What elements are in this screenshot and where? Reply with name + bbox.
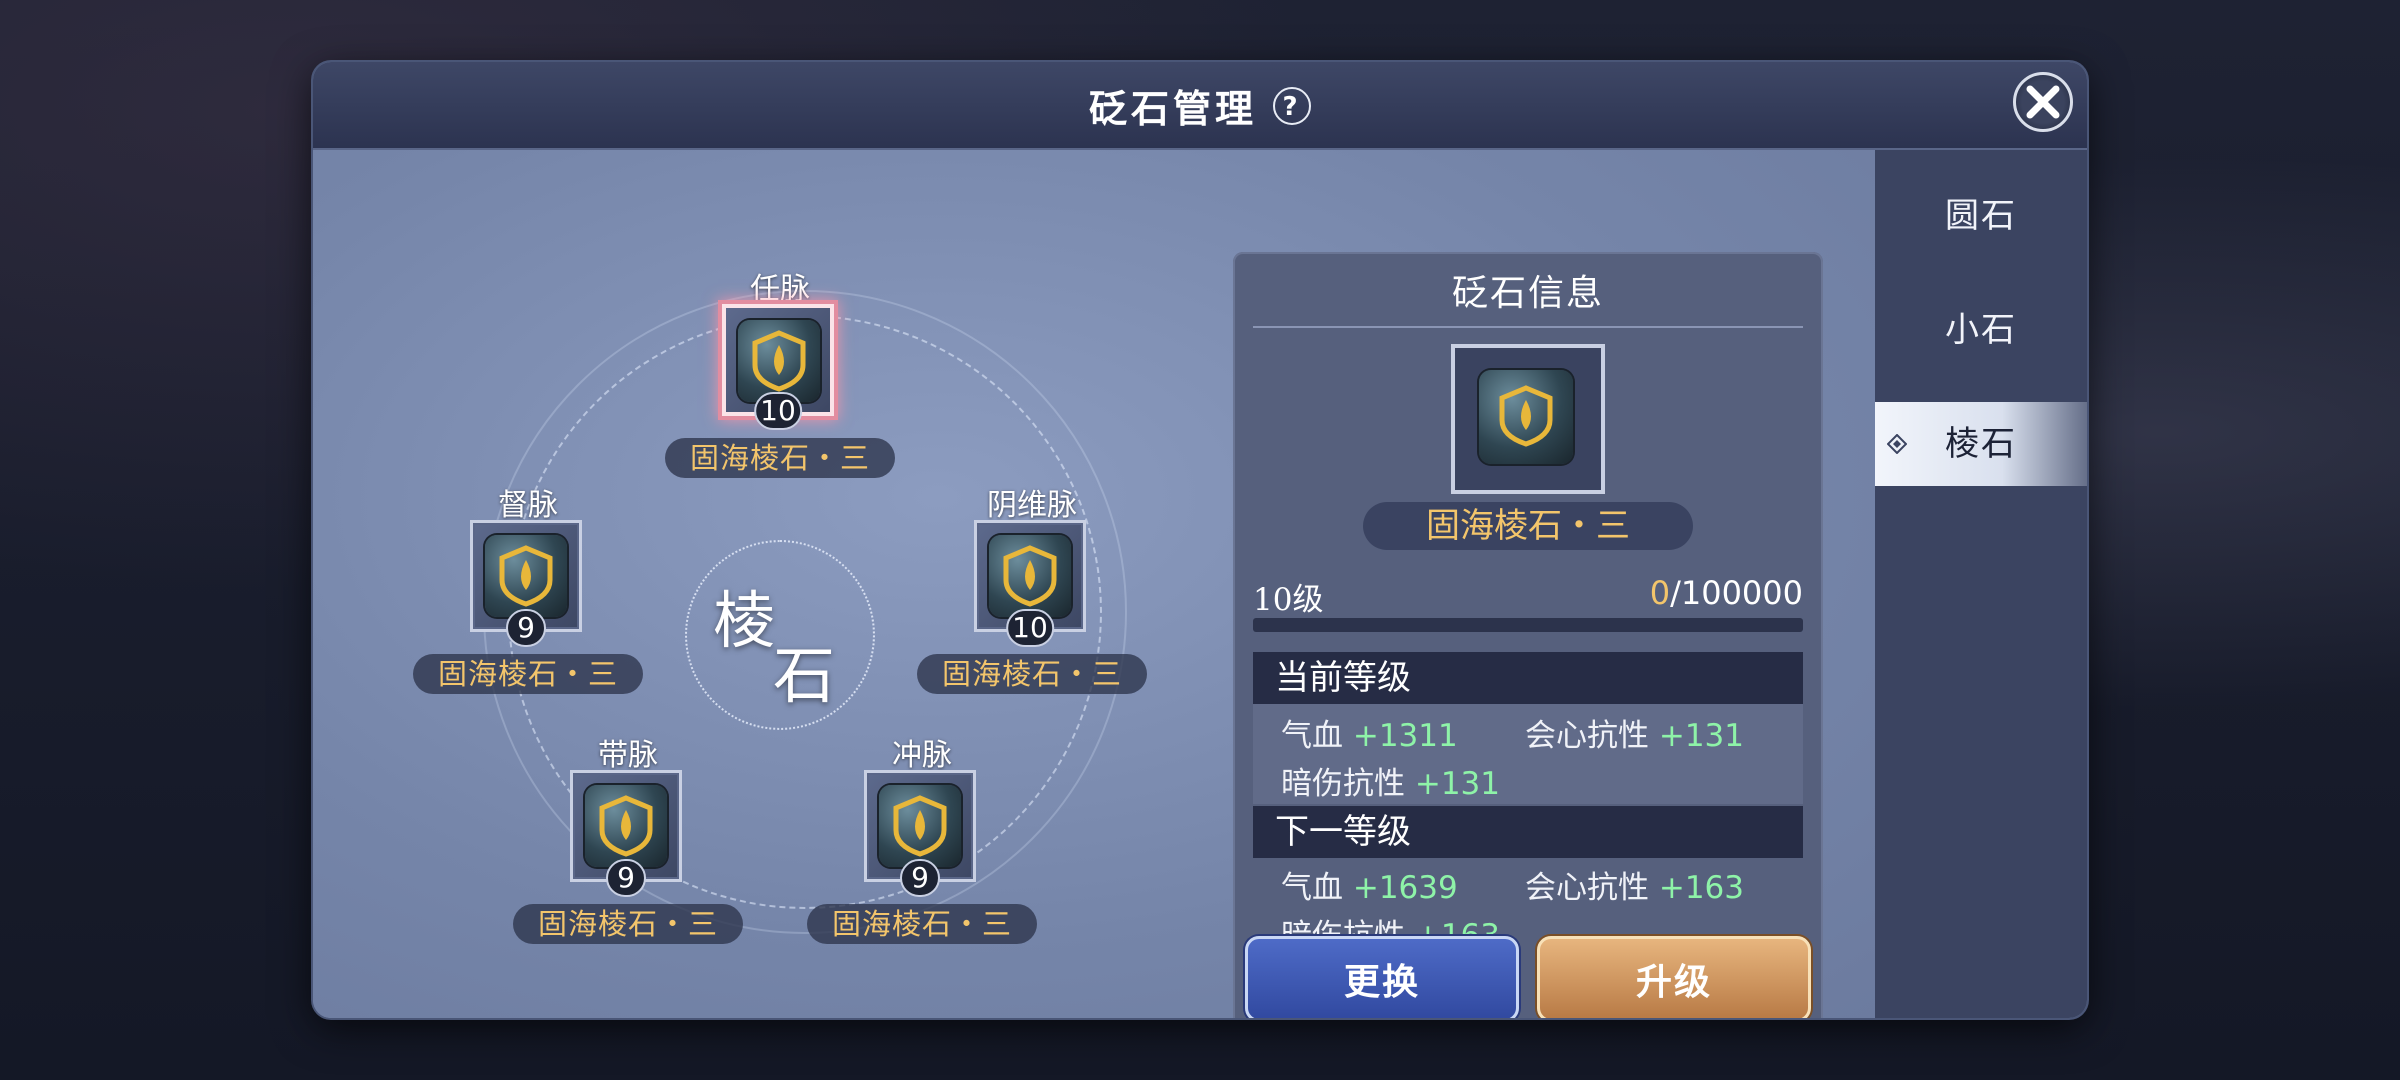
stone-label: 固海棱石・三 — [665, 438, 895, 478]
current-level-heading: 当前等级 — [1253, 652, 1803, 704]
slot-du-meridian[interactable]: 督脉 9 固海棱石・三 — [413, 480, 643, 700]
meridian-name: 任脉 — [750, 272, 810, 307]
stone-management-dialog: 砭石管理 ? 棱 石 任脉 10 固海棱石・三 督脉 9 固海棱石・三 阴维脉 … — [313, 62, 2087, 1018]
next-level-heading: 下一等级 — [1253, 806, 1803, 858]
selected-gem-frame — [1451, 344, 1605, 494]
stat-row: 气血 +1311 — [1281, 710, 1458, 755]
close-button[interactable] — [2013, 72, 2073, 132]
stat-name: 气血 — [1281, 870, 1343, 906]
stat-name: 气血 — [1281, 718, 1343, 754]
help-icon[interactable]: ? — [1273, 86, 1311, 125]
diamond-marker-icon — [1887, 434, 1907, 454]
info-title: 砭石信息 — [1451, 273, 1604, 314]
stone-label: 固海棱石・三 — [917, 654, 1147, 694]
replace-button[interactable]: 更换 — [1245, 936, 1519, 1018]
level-badge: 9 — [900, 859, 940, 897]
gem-icon — [585, 785, 667, 867]
stat-row: 会心抗性 +163 — [1525, 862, 1744, 907]
gem-icon — [1479, 370, 1573, 464]
close-icon — [2026, 85, 2060, 119]
sidebar: 圆石 小石 棱石 — [1875, 150, 2087, 1018]
stone-label: 固海棱石・三 — [807, 904, 1037, 944]
exp-current: 0 — [1649, 574, 1671, 612]
meridian-name: 阴维脉 — [987, 488, 1077, 523]
exp-progress-bar — [1253, 618, 1803, 632]
stat-name: 会心抗性 — [1525, 870, 1649, 906]
stat-value: +163 — [1658, 870, 1745, 906]
gem-frame[interactable]: 9 — [470, 520, 582, 647]
title-bar: 砭石管理 ? — [313, 62, 2087, 150]
gem-frame[interactable]: 9 — [570, 770, 682, 897]
meridian-name: 带脉 — [598, 738, 658, 773]
stat-value: +1639 — [1352, 870, 1458, 906]
slot-ren-meridian[interactable]: 任脉 10 固海棱石・三 — [665, 264, 895, 484]
stat-name: 暗伤抗性 — [1281, 766, 1405, 802]
tab-small-stone[interactable]: 小石 — [1875, 288, 2087, 372]
level-badge: 10 — [1006, 609, 1054, 647]
gem-icon — [989, 535, 1071, 617]
meridian-name: 督脉 — [498, 488, 558, 523]
meridian-name: 冲脉 — [892, 738, 952, 773]
gem-icon — [879, 785, 961, 867]
gem-frame[interactable]: 10 — [722, 304, 834, 430]
exp-max: /100000 — [1670, 574, 1803, 612]
stone-label: 固海棱石・三 — [413, 654, 643, 694]
stone-label: 固海棱石・三 — [513, 904, 743, 944]
slot-yinwei-meridian[interactable]: 阴维脉 10 固海棱石・三 — [917, 480, 1147, 700]
center-char-2: 石 — [773, 639, 836, 712]
gem-frame[interactable]: 9 — [864, 770, 976, 897]
stat-row: 气血 +1639 — [1281, 862, 1458, 907]
level-badge: 9 — [506, 609, 546, 647]
upgrade-button[interactable]: 升级 — [1537, 936, 1811, 1018]
slot-chong-meridian[interactable]: 冲脉 9 固海棱石・三 — [807, 730, 1037, 950]
selected-stone-name: 固海棱石・三 — [1363, 502, 1693, 550]
content-area: 棱 石 任脉 10 固海棱石・三 督脉 9 固海棱石・三 阴维脉 10 固海棱石… — [313, 150, 1875, 1018]
stat-row: 会心抗性 +131 — [1525, 710, 1744, 755]
tab-round-stone[interactable]: 圆石 — [1875, 174, 2087, 258]
stat-name: 会心抗性 — [1525, 718, 1649, 754]
divider — [1253, 326, 1803, 328]
current-level-stats: 气血 +1311 会心抗性 +131 暗伤抗性 +131 — [1253, 704, 1803, 804]
gem-icon — [485, 535, 567, 617]
exp-text: 0/100000 — [1650, 574, 1803, 612]
gem-frame[interactable]: 10 — [974, 520, 1086, 647]
gem-icon — [738, 320, 820, 402]
stone-info-panel: 砭石信息 固海棱石・三 10级 0/100000 当前等级 气血 +1311 会… — [1233, 252, 1823, 1018]
stat-value: +131 — [1414, 766, 1501, 802]
level-text: 10级 — [1253, 582, 1324, 618]
stat-value: +131 — [1658, 718, 1745, 754]
center-char-1: 棱 — [713, 584, 776, 657]
stat-row: 暗伤抗性 +131 — [1281, 758, 1500, 803]
tab-edge-stone[interactable]: 棱石 — [1875, 402, 2087, 486]
level-badge: 9 — [606, 859, 646, 897]
dialog-title: 砭石管理 — [1088, 86, 1257, 131]
tab-label: 棱石 — [1945, 424, 2017, 464]
level-badge: 10 — [754, 392, 802, 430]
stat-value: +1311 — [1352, 718, 1458, 754]
slot-dai-meridian[interactable]: 带脉 9 固海棱石・三 — [513, 730, 743, 950]
